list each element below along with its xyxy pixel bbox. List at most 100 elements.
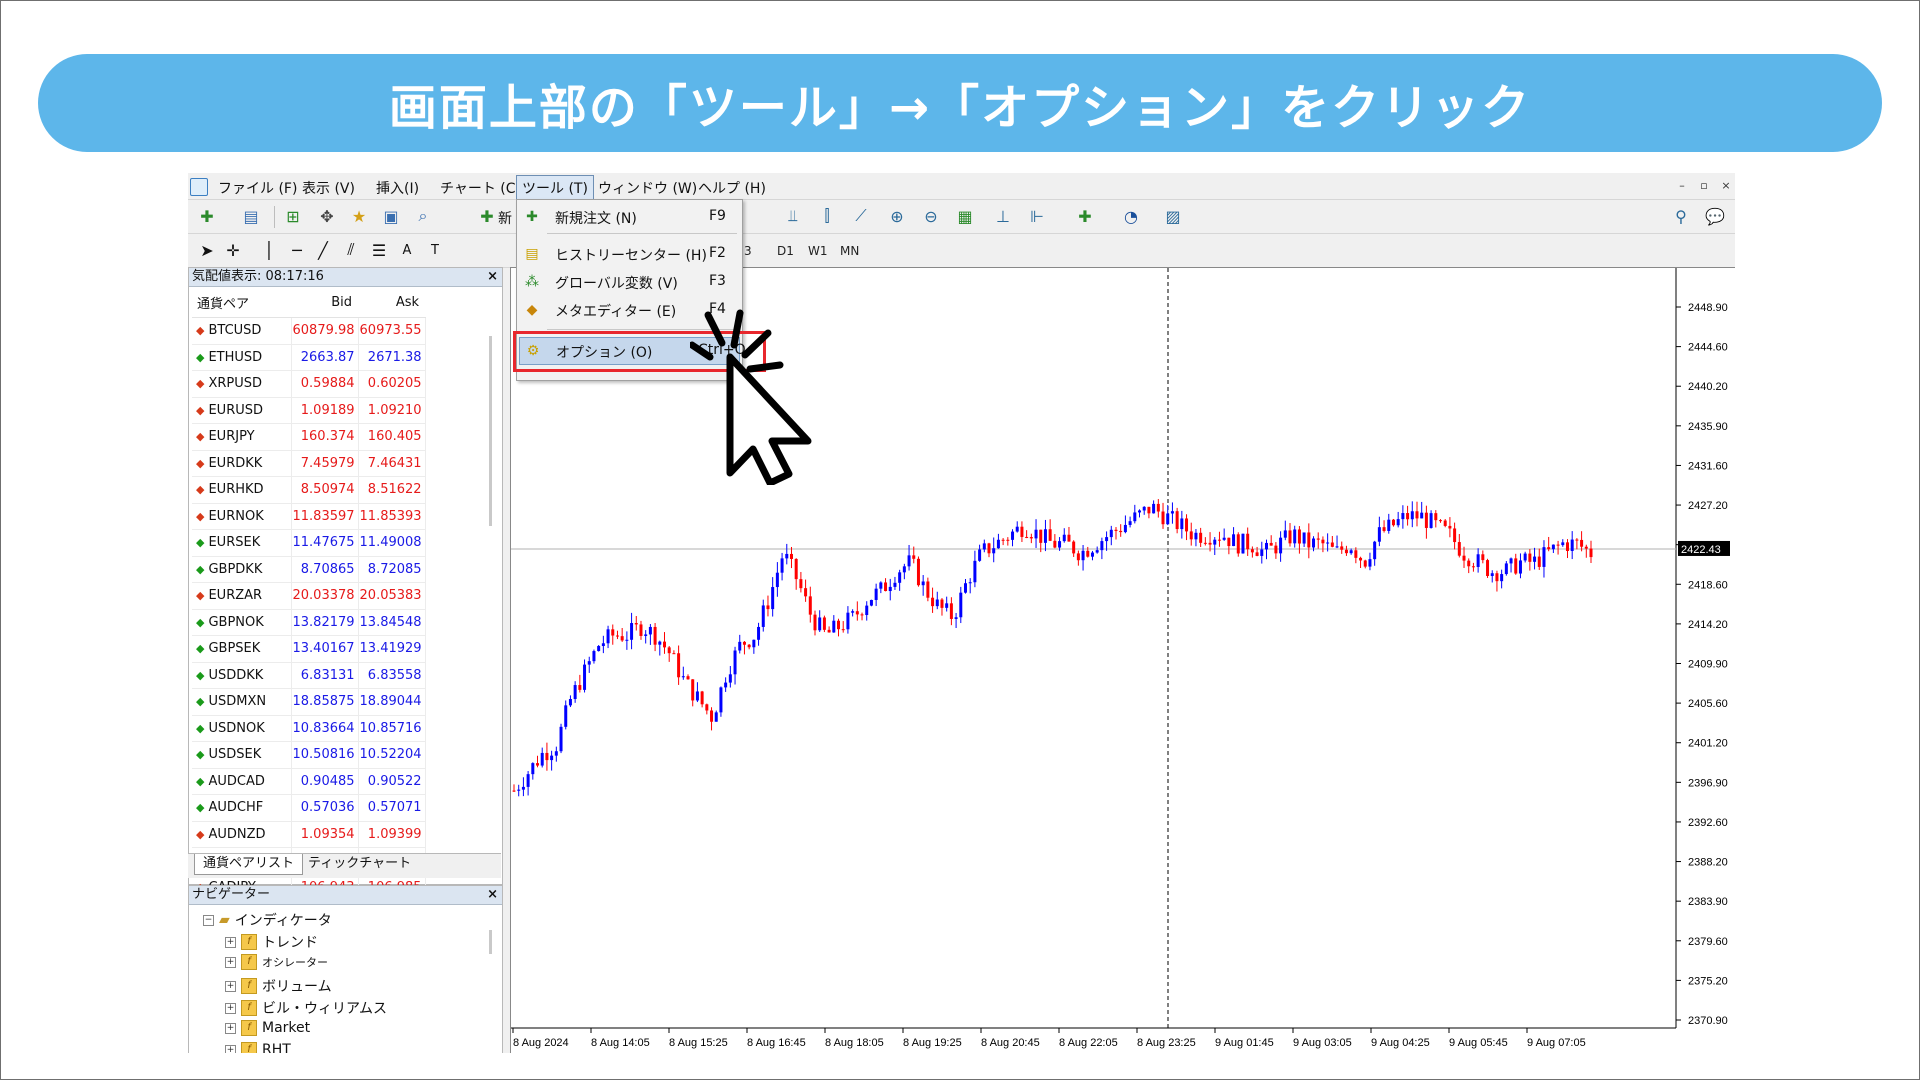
search-icon[interactable]: ⚲ — [1670, 205, 1692, 227]
quote-ask[interactable]: 160.405 — [358, 423, 426, 451]
quote-bid[interactable]: 8.50974 — [291, 476, 359, 504]
favorites-icon[interactable]: ★ — [348, 205, 370, 227]
quote-symbol[interactable]: ◆ EURSEK — [192, 529, 292, 557]
quote-ask[interactable]: 0.90522 — [358, 768, 426, 795]
quote-bid[interactable]: 0.59884 — [291, 370, 359, 398]
tab-symbol-list[interactable]: 通貨ペアリスト — [194, 854, 304, 875]
quote-bid[interactable]: 6.83131 — [291, 662, 359, 689]
column-bid[interactable]: Bid — [291, 288, 359, 318]
quote-symbol[interactable]: ◆ EURJPY — [192, 423, 292, 451]
scrollbar[interactable] — [489, 336, 492, 526]
quote-symbol[interactable]: ◆ EURDKK — [192, 450, 292, 477]
menu-chart[interactable]: チャート (C) — [440, 178, 521, 198]
quote-row[interactable]: ◆ AUDCAD 0.90485 0.90522 — [192, 768, 426, 795]
quote-ask[interactable]: 0.57071 — [358, 794, 426, 822]
quote-row[interactable]: ◆ GBPNOK 13.82179 13.84548 — [192, 609, 426, 636]
expand-icon[interactable]: + — [225, 936, 236, 948]
chat-icon[interactable]: 💬 — [1704, 205, 1726, 227]
bar-chart-icon[interactable]: ⫫ — [782, 205, 804, 227]
quote-row[interactable]: ◆ EURDKK 7.45979 7.46431 — [192, 450, 426, 477]
restore-button[interactable]: ▫ — [1696, 179, 1712, 193]
quote-row[interactable]: ◆ GBPSEK 13.40167 13.41929 — [192, 635, 426, 663]
quote-symbol[interactable]: ◆ BTCUSD — [192, 317, 292, 345]
tree-oscillators[interactable]: + f オシレーター — [225, 954, 328, 970]
navigator-icon[interactable]: ✥ — [316, 205, 338, 227]
vertical-line-icon[interactable]: │ — [258, 239, 280, 261]
zoom-out-icon[interactable]: ⊖ — [920, 205, 942, 227]
quote-row[interactable]: ◆ AUDCHF 0.57036 0.57071 — [192, 794, 426, 822]
tree-volumes[interactable]: + f ボリューム — [225, 976, 332, 996]
quote-row[interactable]: ◆ GBPDKK 8.70865 8.72085 — [192, 556, 426, 583]
chart-shift-icon[interactable]: ⊩ — [1026, 205, 1048, 227]
quote-row[interactable]: ◆ EURNOK 11.83597 11.85393 — [192, 503, 426, 530]
trendline-icon[interactable]: ╱ — [312, 239, 334, 261]
quote-row[interactable]: ◆ BTCUSD 60879.98 60973.55 — [192, 317, 426, 345]
tree-trend[interactable]: + f トレンド — [225, 932, 318, 952]
quote-symbol[interactable]: ◆ GBPSEK — [192, 635, 292, 663]
quote-ask[interactable]: 2671.38 — [358, 344, 426, 371]
quote-symbol[interactable]: ◆ GBPDKK — [192, 556, 292, 583]
quote-ask[interactable]: 13.41929 — [358, 635, 426, 663]
new-order-toolbar-icon[interactable]: ✚ — [476, 205, 498, 227]
column-ask[interactable]: Ask — [358, 288, 426, 318]
collapse-icon[interactable]: − — [203, 914, 214, 926]
quote-ask[interactable]: 8.72085 — [358, 556, 426, 583]
strategy-tester-icon[interactable]: ⌕ — [412, 205, 434, 227]
tree-rht[interactable]: + f RHT — [225, 1042, 291, 1053]
cursor-icon[interactable]: ➤ — [196, 239, 218, 261]
menu-window[interactable]: ウィンドウ (W) — [598, 178, 697, 198]
quote-bid[interactable]: 13.40167 — [291, 635, 359, 663]
candlestick-icon[interactable]: ⫿ — [816, 205, 838, 227]
quote-row[interactable]: ◆ USDSEK 10.50816 10.52204 — [192, 741, 426, 769]
expand-icon[interactable]: + — [225, 1002, 236, 1014]
quote-symbol[interactable]: ◆ USDMXN — [192, 688, 292, 716]
menu-insert[interactable]: 挿入(I) — [376, 178, 419, 198]
quote-symbol[interactable]: ◆ XRPUSD — [192, 370, 292, 398]
quote-bid[interactable]: 10.50816 — [291, 741, 359, 769]
periods-icon[interactable]: ◔ — [1120, 205, 1142, 227]
expand-icon[interactable]: + — [225, 956, 236, 968]
templates-icon[interactable]: ▨ — [1162, 205, 1184, 227]
quote-symbol[interactable]: ◆ USDDKK — [192, 662, 292, 689]
quote-ask[interactable]: 0.60205 — [358, 370, 426, 398]
quote-row[interactable]: ◆ USDDKK 6.83131 6.83558 — [192, 662, 426, 689]
period-mn[interactable]: MN — [840, 244, 859, 258]
menu-help[interactable]: ヘルプ (H) — [698, 178, 766, 198]
quote-ask[interactable]: 10.52204 — [358, 741, 426, 769]
quote-symbol[interactable]: ◆ AUDNZD — [192, 821, 292, 848]
quote-ask[interactable]: 1.09399 — [358, 821, 426, 848]
quote-symbol[interactable]: ◆ AUDCAD — [192, 768, 292, 795]
quote-row[interactable]: ◆ USDMXN 18.85875 18.89044 — [192, 688, 426, 716]
menu-tools[interactable]: ツール (T) — [516, 175, 594, 201]
quote-symbol[interactable]: ◆ EURNOK — [192, 503, 292, 530]
quote-bid[interactable]: 13.82179 — [291, 609, 359, 636]
period-d1[interactable]: D1 — [777, 244, 794, 258]
quote-bid[interactable]: 0.57036 — [291, 794, 359, 822]
quote-bid[interactable]: 2663.87 — [291, 344, 359, 371]
quote-ask[interactable]: 10.85716 — [358, 715, 426, 742]
line-chart-icon[interactable]: ⟋ — [850, 205, 872, 227]
column-symbol[interactable]: 通貨ペア — [192, 288, 291, 318]
quote-row[interactable]: ◆ EURJPY 160.374 160.405 — [192, 423, 426, 451]
close-icon[interactable]: × — [487, 886, 498, 904]
profiles-icon[interactable]: ▤ — [240, 205, 262, 227]
close-icon[interactable]: × — [487, 268, 498, 286]
quote-bid[interactable]: 10.83664 — [291, 715, 359, 742]
market-watch-icon[interactable]: ⊞ — [282, 205, 304, 227]
tile-windows-icon[interactable]: ▦ — [954, 205, 976, 227]
quote-symbol[interactable]: ◆ ETHUSD — [192, 344, 292, 371]
zoom-in-icon[interactable]: ⊕ — [886, 205, 908, 227]
quote-symbol[interactable]: ◆ USDNOK — [192, 715, 292, 742]
terminal-icon[interactable]: ▣ — [380, 205, 402, 227]
quote-bid[interactable]: 8.70865 — [291, 556, 359, 583]
quote-ask[interactable]: 8.51622 — [358, 476, 426, 504]
quote-row[interactable]: ◆ EURZAR 20.03378 20.05383 — [192, 582, 426, 610]
scrollbar[interactable] — [489, 930, 492, 954]
indicators-icon[interactable]: ✚ — [1074, 205, 1096, 227]
new-chart-icon[interactable]: ✚ — [196, 205, 218, 227]
quote-ask[interactable]: 1.09210 — [358, 397, 426, 424]
period-w1[interactable]: W1 — [808, 244, 828, 258]
text-icon[interactable]: A — [396, 239, 418, 261]
quote-ask[interactable]: 13.84548 — [358, 609, 426, 636]
quote-bid[interactable]: 1.09354 — [291, 821, 359, 848]
